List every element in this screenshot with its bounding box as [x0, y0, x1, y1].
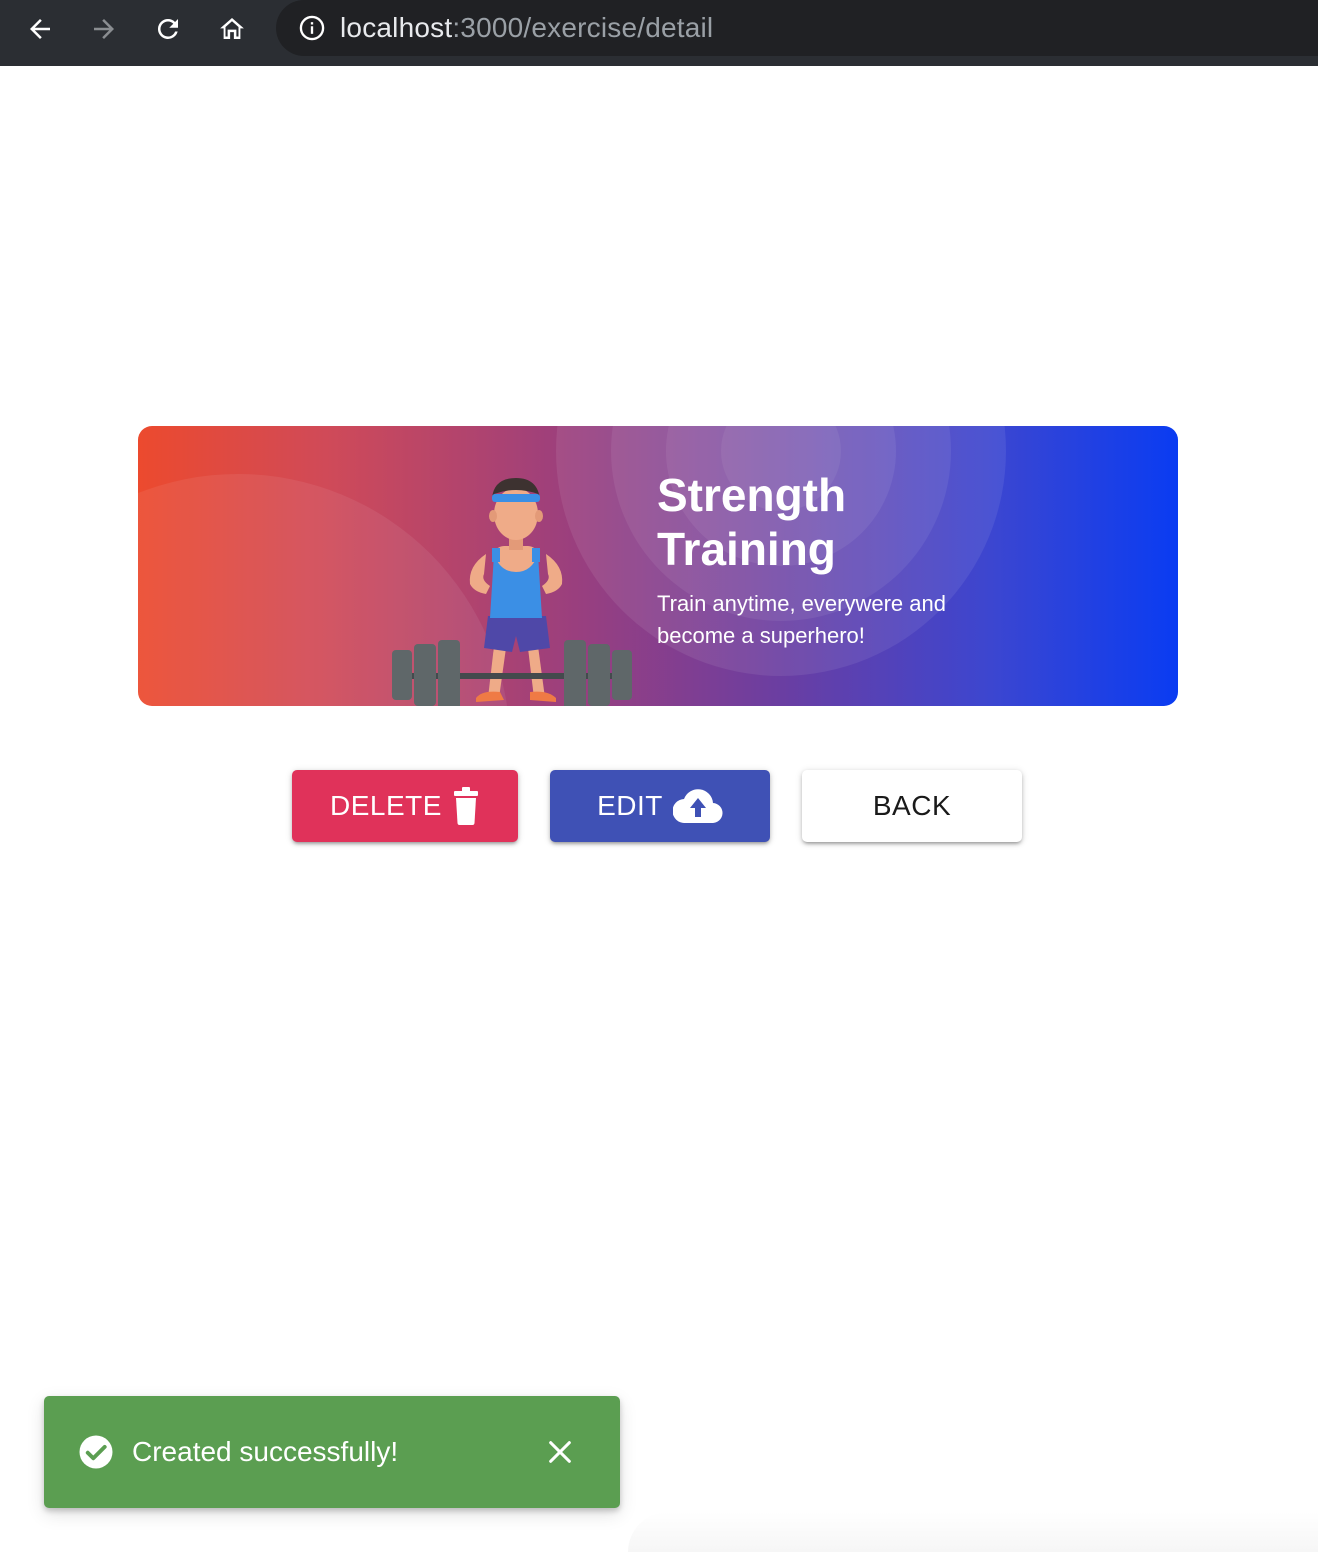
edit-button[interactable]: EDIT [550, 770, 770, 842]
home-icon [220, 18, 244, 39]
banner-subtitle: Train anytime, everywere and become a su… [657, 591, 946, 648]
weightlifter-illustration [392, 478, 632, 706]
snackbar-message: Created successfully! [132, 1436, 399, 1467]
forward-arrow-icon [94, 19, 114, 39]
close-icon[interactable] [536, 1428, 584, 1476]
edit-button-label: EDIT [597, 790, 663, 821]
success-snackbar: Created successfully! [44, 1396, 620, 1508]
back-nav-button[interactable] [16, 9, 64, 49]
home-button[interactable] [208, 9, 256, 49]
browser-toolbar: localhost:3000/exercise/detail [0, 0, 1318, 66]
url-text[interactable]: localhost:3000/exercise/detail [340, 12, 713, 44]
address-bar[interactable]: localhost:3000/exercise/detail [276, 0, 1318, 56]
url-host: localhost [340, 12, 453, 43]
back-arrow-icon [30, 19, 50, 39]
bottom-shade [628, 1512, 1318, 1552]
url-path: :3000/exercise/detail [452, 12, 714, 43]
reload-button[interactable] [144, 9, 192, 49]
banner-title: Strength Training [657, 469, 847, 575]
reload-icon [157, 18, 178, 39]
info-icon[interactable] [298, 14, 326, 42]
trash-icon [452, 787, 480, 825]
check-circle-icon [78, 1434, 114, 1470]
forward-nav-button[interactable] [80, 9, 128, 49]
cloud-upload-icon [672, 789, 723, 823]
back-button[interactable]: BACK [802, 770, 1022, 842]
back-button-label: BACK [872, 790, 952, 821]
exercise-banner: Strength Training Train anytime, everywe… [138, 426, 1178, 706]
delete-button[interactable]: DELETE [292, 770, 518, 842]
delete-button-label: DELETE [330, 790, 442, 821]
